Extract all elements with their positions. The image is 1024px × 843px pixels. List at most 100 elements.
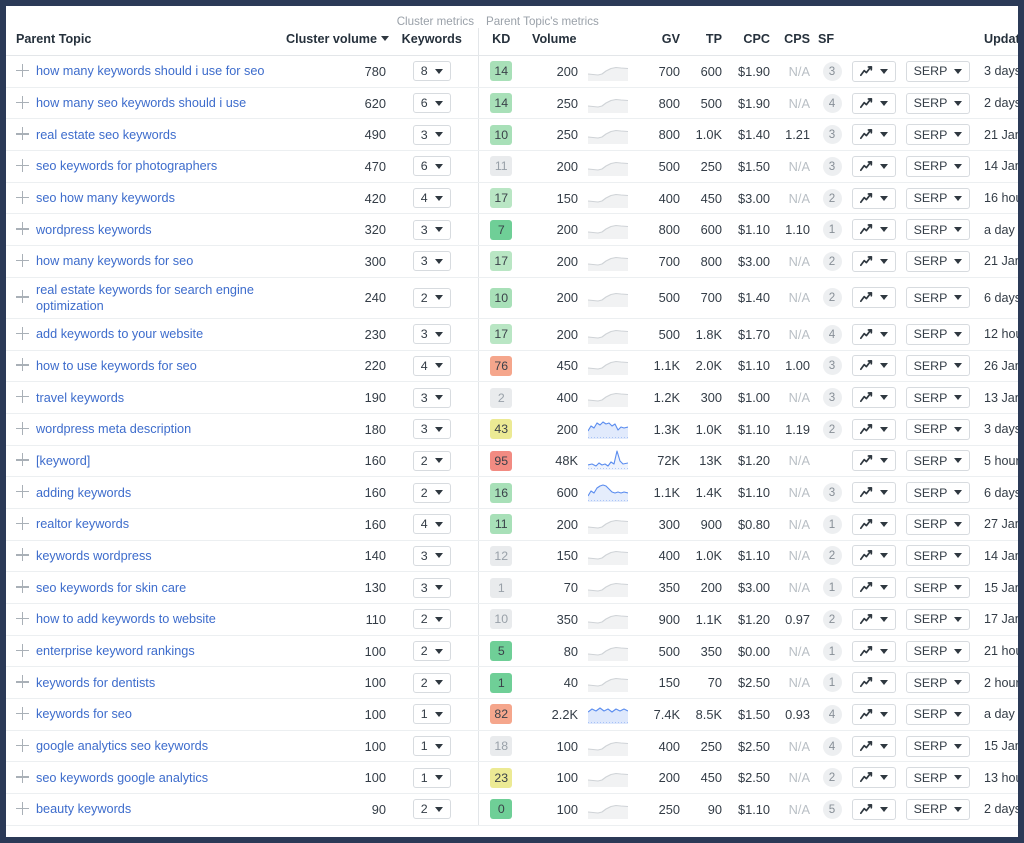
serp-dropdown[interactable]: SERP xyxy=(905,640,971,662)
expand-row-button[interactable] xyxy=(6,508,36,541)
expand-row-button[interactable] xyxy=(6,571,36,604)
expand-row-button[interactable] xyxy=(6,182,36,215)
keywords-dropdown[interactable]: 2 xyxy=(412,799,451,820)
parent-topic-link[interactable]: realtor keywords xyxy=(36,517,129,531)
table-row[interactable]: seo keywords for photographers 470 6 11 … xyxy=(6,150,1018,183)
open-chart-dropdown[interactable] xyxy=(852,287,896,309)
parent-topic-link[interactable]: [keyword] xyxy=(36,454,90,468)
table-row[interactable]: enterprise keyword rankings 100 2 5 80 5… xyxy=(6,635,1018,668)
open-chart-dropdown[interactable] xyxy=(852,124,896,146)
parent-topic-link[interactable]: how to use keywords for seo xyxy=(36,359,197,373)
table-row[interactable]: google analytics seo keywords 100 1 18 1… xyxy=(6,730,1018,763)
keywords-dropdown[interactable]: 6 xyxy=(412,93,451,114)
table-row[interactable]: adding keywords 160 2 16 600 1.1K 1.4K $… xyxy=(6,476,1018,509)
keywords-dropdown[interactable]: 1 xyxy=(412,736,451,757)
expand-row-button[interactable] xyxy=(6,213,36,247)
keywords-dropdown[interactable]: 4 xyxy=(412,188,451,209)
open-chart-dropdown[interactable] xyxy=(852,672,896,694)
expand-row-button[interactable] xyxy=(6,55,36,88)
open-chart-dropdown[interactable] xyxy=(852,450,896,472)
open-chart-dropdown[interactable] xyxy=(852,608,896,630)
table-row[interactable]: keywords for dentists 100 2 1 40 150 70 … xyxy=(6,666,1018,700)
serp-dropdown[interactable]: SERP xyxy=(905,60,971,82)
expand-row-button[interactable] xyxy=(6,381,36,414)
keywords-dropdown[interactable]: 3 xyxy=(412,577,451,598)
table-row[interactable]: how to add keywords to website 110 2 10 … xyxy=(6,603,1018,636)
expand-row-button[interactable] xyxy=(6,666,36,700)
parent-topic-link[interactable]: add keywords to your website xyxy=(36,327,203,341)
serp-dropdown[interactable]: SERP xyxy=(905,545,971,567)
open-chart-dropdown[interactable] xyxy=(852,577,896,599)
parent-topic-link[interactable]: seo keywords google analytics xyxy=(36,771,208,785)
serp-dropdown[interactable]: SERP xyxy=(905,124,971,146)
serp-dropdown[interactable]: SERP xyxy=(905,323,971,345)
keywords-dropdown[interactable]: 2 xyxy=(412,482,451,503)
expand-row-button[interactable] xyxy=(6,540,36,573)
parent-topic-link[interactable]: seo keywords for skin care xyxy=(36,581,186,595)
table-row[interactable]: add keywords to your website 230 3 17 20… xyxy=(6,318,1018,351)
open-chart-dropdown[interactable] xyxy=(852,355,896,377)
table-row[interactable]: [keyword] 160 2 95 48K 72K 13K $1.20 N/A… xyxy=(6,445,1018,478)
keywords-dropdown[interactable]: 1 xyxy=(412,767,451,788)
keywords-dropdown[interactable]: 3 xyxy=(412,251,451,272)
open-chart-dropdown[interactable] xyxy=(852,187,896,209)
open-chart-dropdown[interactable] xyxy=(852,323,896,345)
keywords-dropdown[interactable]: 8 xyxy=(412,61,451,82)
open-chart-dropdown[interactable] xyxy=(852,418,896,440)
keywords-dropdown[interactable]: 3 xyxy=(412,419,451,440)
open-chart-dropdown[interactable] xyxy=(852,703,896,725)
serp-dropdown[interactable]: SERP xyxy=(905,450,971,472)
table-row[interactable]: beauty keywords 90 2 0 100 250 90 $1.10 … xyxy=(6,793,1018,826)
parent-topic-link[interactable]: real estate seo keywords xyxy=(36,128,176,142)
serp-dropdown[interactable]: SERP xyxy=(905,355,971,377)
table-row[interactable]: how many keywords should i use for seo 7… xyxy=(6,55,1018,88)
expand-row-button[interactable] xyxy=(6,761,36,795)
serp-dropdown[interactable]: SERP xyxy=(905,513,971,535)
open-chart-dropdown[interactable] xyxy=(852,92,896,114)
serp-dropdown[interactable]: SERP xyxy=(905,219,971,241)
serp-dropdown[interactable]: SERP xyxy=(905,418,971,440)
col-cpc[interactable]: CPC xyxy=(728,28,776,56)
expand-row-button[interactable] xyxy=(6,118,36,152)
serp-dropdown[interactable]: SERP xyxy=(905,387,971,409)
serp-dropdown[interactable]: SERP xyxy=(905,482,971,504)
expand-row-button[interactable] xyxy=(6,698,36,731)
keywords-dropdown[interactable]: 6 xyxy=(412,156,451,177)
table-row[interactable]: how many seo keywords should i use 620 6… xyxy=(6,87,1018,120)
table-row[interactable]: keywords for seo 100 1 82 2.2K 7.4K 8.5K… xyxy=(6,698,1018,731)
open-chart-dropdown[interactable] xyxy=(852,155,896,177)
keywords-dropdown[interactable]: 2 xyxy=(412,287,451,308)
expand-row-button[interactable] xyxy=(6,413,36,446)
parent-topic-link[interactable]: adding keywords xyxy=(36,486,131,500)
keywords-dropdown[interactable]: 1 xyxy=(412,704,451,725)
parent-topic-link[interactable]: beauty keywords xyxy=(36,802,131,816)
col-kd[interactable]: KD xyxy=(478,28,524,56)
table-row[interactable]: how many keywords for seo 300 3 17 200 7… xyxy=(6,245,1018,278)
parent-topic-link[interactable]: keywords wordpress xyxy=(36,549,152,563)
table-row[interactable]: real estate seo keywords 490 3 10 250 80… xyxy=(6,118,1018,152)
keywords-dropdown[interactable]: 4 xyxy=(412,514,451,535)
parent-topic-link[interactable]: how to add keywords to website xyxy=(36,612,216,626)
serp-dropdown[interactable]: SERP xyxy=(905,250,971,272)
serp-dropdown[interactable]: SERP xyxy=(905,187,971,209)
open-chart-dropdown[interactable] xyxy=(852,767,896,789)
expand-row-button[interactable] xyxy=(6,445,36,478)
expand-row-button[interactable] xyxy=(6,150,36,183)
table-row[interactable]: wordpress keywords 320 3 7 200 800 600 $… xyxy=(6,213,1018,247)
parent-topic-link[interactable]: keywords for dentists xyxy=(36,676,155,690)
expand-row-button[interactable] xyxy=(6,318,36,351)
parent-topic-link[interactable]: google analytics seo keywords xyxy=(36,739,208,753)
table-row[interactable]: how to use keywords for seo 220 4 76 450… xyxy=(6,350,1018,383)
keywords-dropdown[interactable]: 2 xyxy=(412,641,451,662)
table-row[interactable]: seo how many keywords 420 4 17 150 400 4… xyxy=(6,182,1018,215)
keywords-dropdown[interactable]: 2 xyxy=(412,672,451,693)
table-row[interactable]: seo keywords for skin care 130 3 1 70 35… xyxy=(6,571,1018,604)
sort-descending-icon[interactable] xyxy=(380,36,389,41)
open-chart-dropdown[interactable] xyxy=(852,545,896,567)
keywords-dropdown[interactable]: 3 xyxy=(412,545,451,566)
serp-dropdown[interactable]: SERP xyxy=(905,92,971,114)
table-row[interactable]: travel keywords 190 3 2 400 1.2K 300 $1.… xyxy=(6,381,1018,414)
expand-row-button[interactable] xyxy=(6,245,36,278)
keywords-dropdown[interactable]: 3 xyxy=(412,387,451,408)
open-chart-dropdown[interactable] xyxy=(852,250,896,272)
